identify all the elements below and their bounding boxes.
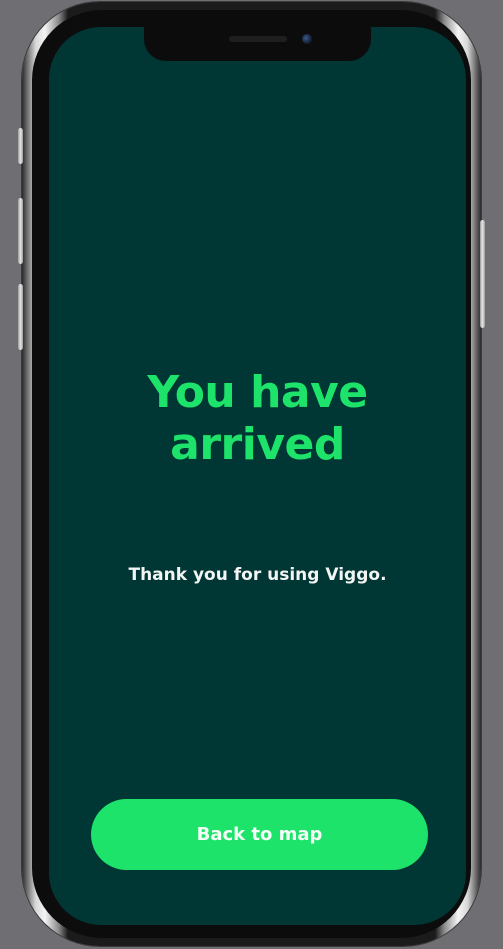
notch (144, 27, 371, 61)
app-screen: You have arrived Thank you for using Vig… (49, 27, 466, 925)
headline-line-1: You have (147, 367, 368, 418)
volume-up-button (18, 198, 23, 264)
speaker-grille (229, 36, 287, 42)
front-camera-icon (302, 34, 312, 44)
volume-down-button (18, 284, 23, 350)
thank-you-message: Thank you for using Viggo. (128, 565, 387, 585)
back-to-map-button[interactable]: Back to map (91, 799, 428, 870)
headline-line-2: arrived (170, 419, 345, 470)
power-button (480, 220, 485, 328)
arrival-headline: You have arrived (49, 367, 466, 471)
mute-switch (18, 128, 23, 164)
device-stage: You have arrived Thank you for using Vig… (0, 0, 503, 949)
